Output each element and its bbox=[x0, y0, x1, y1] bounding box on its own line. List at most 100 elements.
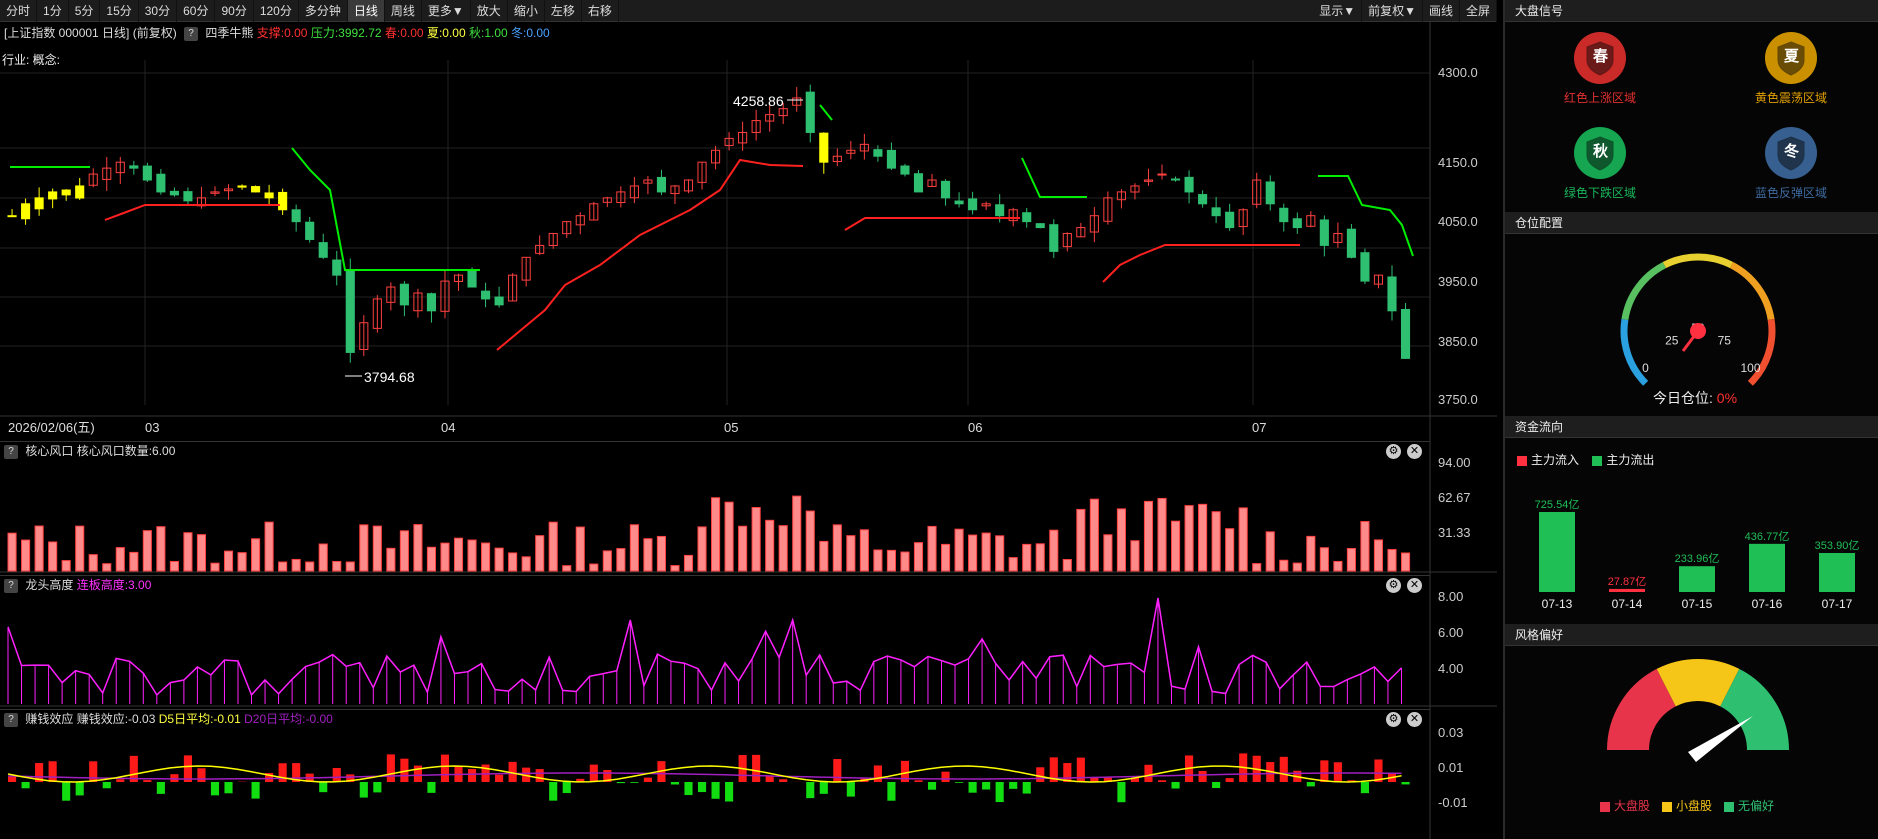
position-label: 今日仓位: bbox=[1653, 390, 1713, 406]
pressure-line bbox=[1318, 175, 1414, 257]
panel3-bar bbox=[359, 782, 368, 798]
gauge-hub bbox=[1690, 323, 1706, 339]
candle-body bbox=[264, 192, 274, 199]
panel1-bar bbox=[1076, 508, 1086, 572]
support-line bbox=[844, 217, 1020, 231]
position-header: 仓位配置 bbox=[1505, 212, 1878, 234]
panel1-bar bbox=[183, 532, 193, 572]
candle-body bbox=[1346, 228, 1356, 258]
gear-icon[interactable]: ⚙ bbox=[1386, 712, 1401, 727]
candle-body bbox=[1319, 219, 1329, 246]
candle-body bbox=[61, 189, 71, 196]
fund-value-label: 353.90亿 bbox=[1815, 539, 1860, 552]
panel1-bar bbox=[318, 543, 328, 572]
panel2-tick-label: 8.00 bbox=[1438, 589, 1463, 604]
panel3-bar bbox=[278, 763, 287, 782]
panel3-bar bbox=[332, 767, 341, 782]
panel1-bar bbox=[1211, 511, 1221, 572]
panel1-bar bbox=[332, 560, 342, 572]
month-label: 07 bbox=[1252, 420, 1266, 435]
position-value: 0% bbox=[1716, 390, 1738, 406]
fund-header: 资金流向 bbox=[1505, 416, 1878, 438]
panel1-bar bbox=[575, 526, 585, 572]
panel1-bar bbox=[372, 525, 382, 572]
fund-legend: 主力流入 主力流出 bbox=[1517, 451, 1654, 468]
help-icon[interactable]: ? bbox=[4, 712, 18, 727]
panel3-bar bbox=[386, 754, 395, 782]
close-icon[interactable]: ✕ bbox=[1407, 712, 1422, 727]
candle-body bbox=[278, 191, 288, 211]
panel1-bar bbox=[426, 546, 437, 572]
candle-body bbox=[183, 191, 193, 202]
panel3-bar bbox=[846, 782, 855, 797]
panel3-bar bbox=[819, 782, 828, 794]
style-legend-swatch bbox=[1600, 801, 1610, 812]
panel1-bar bbox=[1387, 548, 1397, 572]
gauge-tick-label: 0 bbox=[1642, 361, 1649, 375]
panel3-bar bbox=[1225, 778, 1234, 782]
candle-body bbox=[305, 221, 315, 240]
panel1-bar bbox=[656, 535, 667, 572]
pressure-line bbox=[1021, 157, 1087, 198]
candle-body bbox=[7, 215, 17, 218]
panel1-bar bbox=[237, 552, 247, 572]
panel3-bar bbox=[535, 769, 544, 782]
panel1-bar bbox=[1319, 547, 1329, 572]
candle-body bbox=[900, 165, 910, 175]
panel3-bar bbox=[752, 754, 761, 782]
month-label: 03 bbox=[145, 420, 159, 435]
gauge-tick-label: 25 bbox=[1665, 334, 1679, 348]
panel1-bar bbox=[778, 525, 788, 572]
fund-bar bbox=[1539, 512, 1575, 592]
candle-body bbox=[332, 259, 342, 276]
panel1-bar bbox=[1157, 497, 1167, 572]
help-icon[interactable]: ? bbox=[4, 578, 18, 593]
panel3-bar bbox=[643, 777, 652, 782]
panel3-bar bbox=[779, 779, 788, 782]
candle-body bbox=[995, 204, 1005, 217]
season-item: 夏黄色震荡区域 bbox=[1731, 30, 1851, 106]
panel3-value: 赚钱效应:-0.03 bbox=[76, 712, 156, 726]
panel1-bar bbox=[954, 528, 964, 572]
panel1-bar bbox=[1225, 528, 1235, 572]
panel1-bar bbox=[1333, 560, 1343, 572]
fund-value-label: 725.54亿 bbox=[1535, 498, 1580, 511]
season-label: 红色上涨区域 bbox=[1563, 91, 1636, 105]
help-icon[interactable]: ? bbox=[4, 444, 18, 459]
season-char: 夏 bbox=[1784, 48, 1800, 65]
panel1-value: 核心风口数量:6.00 bbox=[76, 444, 176, 458]
panel3-bar bbox=[711, 782, 720, 799]
panel3-bar bbox=[183, 755, 192, 782]
panel1-bar bbox=[1265, 531, 1275, 572]
gear-icon[interactable]: ⚙ bbox=[1386, 578, 1401, 593]
panel1-bar bbox=[548, 521, 558, 572]
close-icon[interactable]: ✕ bbox=[1407, 444, 1422, 459]
panel1-bar bbox=[142, 530, 152, 572]
panel1-bar bbox=[1198, 503, 1208, 572]
panel1-bar bbox=[264, 521, 274, 572]
chart-area: 分时 1分 5分 15分 30分 60分 90分 120分 多分钟 日线 周线 更多▼ 放大 缩小 左移 右移… bbox=[0, 0, 1497, 839]
panel3-bar bbox=[725, 782, 734, 802]
panel1-bar bbox=[1252, 563, 1262, 572]
panel2-name: 龙头高度 bbox=[25, 578, 74, 592]
gauge-tick-label: 100 bbox=[1740, 361, 1760, 375]
candle-body bbox=[467, 269, 477, 288]
panel1-bar bbox=[1238, 507, 1248, 572]
panel3-bar bbox=[833, 759, 842, 782]
candle-body bbox=[156, 173, 166, 193]
panel1-bar bbox=[913, 542, 924, 572]
panel1-bar bbox=[440, 542, 450, 572]
panel3-bar bbox=[670, 782, 680, 785]
panel1-bar bbox=[670, 565, 680, 572]
panel3-bar bbox=[8, 776, 17, 782]
panel3-bar bbox=[1401, 782, 1410, 785]
panel3-bar bbox=[467, 768, 477, 782]
gauge-tick-label: 75 bbox=[1718, 334, 1732, 348]
candle-body bbox=[169, 190, 179, 196]
gear-icon[interactable]: ⚙ bbox=[1386, 444, 1401, 459]
close-icon[interactable]: ✕ bbox=[1407, 578, 1422, 593]
panel3-bar bbox=[373, 782, 382, 793]
panel1-bar bbox=[683, 554, 694, 572]
fund-flow-chart: 725.54亿 07-13 27.87亿 07-14 233.96亿 07-15 436.7… bbox=[1535, 498, 1860, 611]
candle-body bbox=[819, 132, 829, 163]
